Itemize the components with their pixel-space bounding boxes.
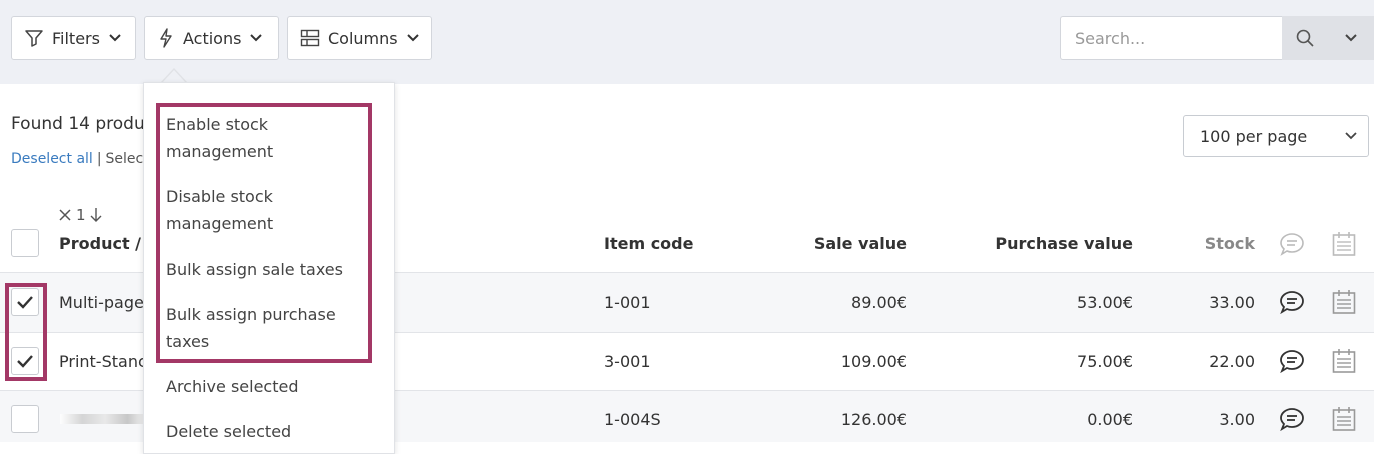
filters-label: Filters — [52, 28, 100, 48]
columns-label: Columns — [328, 28, 398, 48]
comment-icon — [1280, 233, 1304, 256]
item-code: 1-004S — [604, 410, 661, 429]
calendar-icon[interactable] — [1332, 348, 1356, 374]
chevron-down-icon — [406, 34, 419, 42]
chevron-down-icon — [109, 34, 121, 42]
calendar-icon[interactable] — [1332, 289, 1356, 315]
header-item-code[interactable]: Item code — [604, 234, 693, 253]
chevron-down-icon — [1345, 132, 1357, 140]
deselect-all-link[interactable]: Deselect all — [11, 151, 93, 167]
selection-controls: Deselect all | Selec — [11, 151, 143, 167]
header-stock[interactable]: Stock — [1155, 234, 1255, 253]
per-page-value: 100 per page — [1200, 126, 1308, 146]
comment-icon[interactable] — [1279, 407, 1305, 431]
product-name[interactable]: Print-Stanc — [59, 352, 147, 371]
menu-highlight — [156, 103, 372, 363]
header-purchase-value[interactable]: Purchase value — [933, 234, 1133, 253]
search-icon — [1296, 29, 1314, 47]
menu-item-archive[interactable]: Archive selected — [166, 373, 366, 400]
stock-value: 33.00 — [1209, 293, 1255, 312]
purchase-value: 0.00€ — [1087, 410, 1133, 429]
purchase-value: 75.00€ — [1077, 352, 1133, 371]
arrow-down-icon — [90, 208, 102, 222]
separator: | — [96, 151, 102, 167]
redacted-product-name — [60, 414, 150, 424]
chevron-down-icon — [250, 34, 263, 42]
filters-button[interactable]: Filters — [11, 16, 136, 60]
sale-value: 126.00€ — [840, 410, 907, 429]
row-checkbox[interactable] — [11, 405, 39, 433]
lightning-icon — [160, 28, 172, 48]
stock-value: 3.00 — [1219, 410, 1255, 429]
stock-value: 22.00 — [1209, 352, 1255, 371]
search-button[interactable] — [1282, 16, 1328, 60]
comment-icon[interactable] — [1279, 290, 1305, 314]
purchase-value: 53.00€ — [1077, 293, 1133, 312]
item-code: 3-001 — [604, 352, 651, 371]
select-link[interactable]: Selec — [106, 151, 144, 167]
comment-icon[interactable] — [1279, 349, 1305, 373]
search-input[interactable] — [1060, 16, 1282, 60]
checkbox-highlight — [5, 283, 47, 381]
sale-value: 109.00€ — [840, 352, 907, 371]
results-count: Found 14 produc — [11, 114, 155, 134]
close-icon[interactable] — [58, 208, 72, 222]
sort-index: 1 — [76, 206, 86, 224]
search-options-button[interactable] — [1328, 16, 1374, 60]
columns-icon — [300, 29, 320, 47]
filter-icon — [25, 30, 43, 47]
calendar-icon[interactable] — [1332, 406, 1356, 432]
header-sale-value[interactable]: Sale value — [707, 234, 907, 253]
per-page-select[interactable]: 100 per page — [1183, 115, 1369, 157]
select-all-checkbox[interactable] — [11, 229, 39, 257]
calendar-icon — [1332, 232, 1356, 256]
menu-item-delete[interactable]: Delete selected — [166, 418, 366, 445]
item-code: 1-001 — [604, 293, 651, 312]
columns-button[interactable]: Columns — [287, 16, 432, 60]
sale-value: 89.00€ — [851, 293, 907, 312]
actions-button[interactable]: Actions — [144, 16, 279, 60]
chevron-down-icon — [1345, 34, 1357, 42]
sort-indicator[interactable]: 1 — [58, 206, 102, 224]
actions-label: Actions — [183, 28, 242, 48]
product-name[interactable]: Multi-page — [59, 293, 144, 312]
